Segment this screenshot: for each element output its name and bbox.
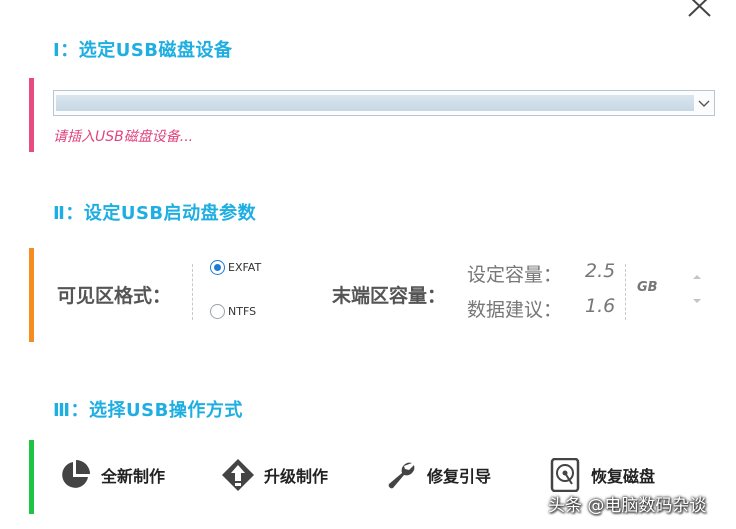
radio-checked-icon [210, 260, 225, 275]
spin-down-icon[interactable] [690, 296, 704, 306]
spin-up-icon[interactable] [690, 272, 704, 282]
new-create-button[interactable]: 全新制作 [57, 456, 165, 494]
radio-exfat-label: EXFAT [228, 261, 262, 274]
repair-boot-label: 修复引导 [427, 467, 492, 486]
upgrade-create-button[interactable]: 升级制作 [220, 456, 328, 494]
usb-device-select[interactable] [53, 90, 715, 116]
section-title-set-params: Ⅱ：设定USB启动盘参数 [53, 203, 257, 224]
suggest-label: 数据建议： [467, 299, 563, 321]
wrench-icon [383, 457, 419, 493]
usb-device-select-value [56, 95, 694, 111]
hard-disk-icon [547, 457, 583, 493]
repair-boot-button[interactable]: 修复引导 [383, 456, 491, 494]
section-title-select-device: Ⅰ：选定USB磁盘设备 [53, 40, 233, 61]
radio-exfat[interactable]: EXFAT [210, 260, 261, 275]
suggest-value: 1.6 [585, 295, 616, 317]
pie-chart-icon [57, 457, 93, 493]
set-capacity-label: 设定容量： [467, 264, 563, 286]
close-button[interactable] [684, 0, 716, 22]
format-label: 可见区格式： [57, 285, 172, 307]
divider [192, 264, 193, 320]
upgrade-create-label: 升级制作 [264, 467, 329, 486]
unit-label: GB [637, 280, 658, 295]
chevron-down-icon [698, 100, 710, 107]
close-icon [688, 0, 711, 17]
radio-unchecked-icon [210, 304, 225, 319]
section-bar-2 [29, 248, 34, 342]
divider [625, 264, 626, 320]
section-bar-3 [29, 440, 34, 514]
restore-disk-button[interactable]: 恢复磁盘 [547, 456, 655, 494]
section-title-operation: Ⅲ：选择USB操作方式 [53, 400, 243, 421]
capacity-label: 末端区容量： [332, 285, 447, 307]
restore-disk-label: 恢复磁盘 [591, 467, 656, 486]
radio-ntfs[interactable]: NTFS [210, 304, 256, 319]
new-create-label: 全新制作 [101, 467, 166, 486]
insert-usb-hint: 请插入USB磁盘设备... [53, 129, 194, 145]
upgrade-arrow-icon [220, 457, 256, 493]
watermark: 头条 @电脑数码杂谈 [548, 496, 707, 516]
section-bar-1 [29, 78, 34, 152]
radio-ntfs-label: NTFS [228, 305, 257, 318]
set-capacity-input[interactable]: 2.5 [585, 260, 615, 282]
